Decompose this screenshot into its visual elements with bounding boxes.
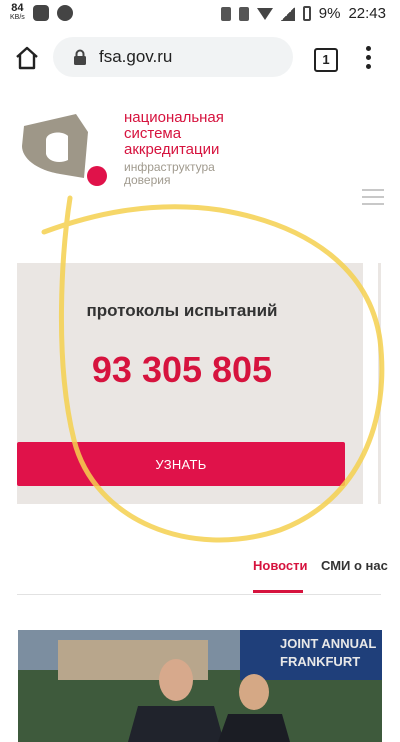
- url-text: fsa.gov.ru: [99, 47, 173, 66]
- stats-value: 93 305 805: [91, 349, 273, 390]
- lock-icon: [74, 49, 86, 65]
- next-card-edge: [378, 263, 381, 504]
- status-right: 9% 22:43: [220, 5, 386, 22]
- hamburger-menu-icon[interactable]: [362, 189, 384, 210]
- address-bar[interactable]: fsa.gov.ru: [53, 37, 293, 77]
- learn-more-button[interactable]: УЗНАТЬ: [17, 442, 345, 486]
- home-icon[interactable]: [14, 45, 40, 71]
- site-header: национальная система аккредитации инфрас…: [0, 90, 400, 240]
- browser-toolbar: fsa.gov.ru 1: [0, 28, 400, 90]
- logo-line-1: национальная: [124, 109, 224, 126]
- signal-icon: [280, 6, 295, 21]
- clock: 22:43: [348, 5, 386, 22]
- logo-line-3: аккредитации: [124, 141, 220, 158]
- tab-media[interactable]: СМИ о нас: [321, 558, 388, 573]
- active-tab-indicator: [253, 590, 303, 593]
- logo-line-2: система: [124, 125, 182, 142]
- banner-line-2: FRANKFURT: [280, 654, 360, 669]
- banner-line-1: JOINT ANNUAL: [280, 636, 376, 651]
- stats-label: протоколы испытаний: [86, 301, 278, 320]
- logo-text: национальная система аккредитации инфрас…: [124, 110, 224, 187]
- app-notification-icon: [32, 5, 49, 21]
- stats-card: протоколы испытаний 93 305 805 УЗНАТЬ: [17, 263, 363, 504]
- status-bar: 84 KB/s 9% 22:43: [0, 0, 400, 28]
- status-left: 84 KB/s: [10, 3, 73, 22]
- tabs-divider: [17, 594, 381, 595]
- battery-percent: 9%: [318, 5, 341, 22]
- news-tabs: Новости СМИ о нас: [0, 552, 400, 594]
- wifi-icon: [256, 7, 273, 20]
- phone-notification-icon: [56, 5, 73, 21]
- news-photo-scene: JOINT ANNUAL FRANKFURT: [18, 630, 382, 742]
- tab-switcher-button[interactable]: 1: [314, 48, 338, 72]
- network-speed-unit: KB/s: [10, 14, 25, 21]
- logo-subline-2: доверия: [124, 173, 171, 187]
- vibrate-icon: [238, 6, 249, 21]
- news-photo[interactable]: JOINT ANNUAL FRANKFURT: [18, 630, 382, 742]
- tab-news[interactable]: Новости: [253, 558, 308, 573]
- battery-icon: [302, 6, 311, 21]
- accreditation-logo-icon[interactable]: [18, 108, 110, 188]
- browser-menu-icon[interactable]: [364, 46, 372, 70]
- bluetooth-icon: [220, 6, 231, 21]
- network-speed: 84 KB/s: [10, 3, 25, 22]
